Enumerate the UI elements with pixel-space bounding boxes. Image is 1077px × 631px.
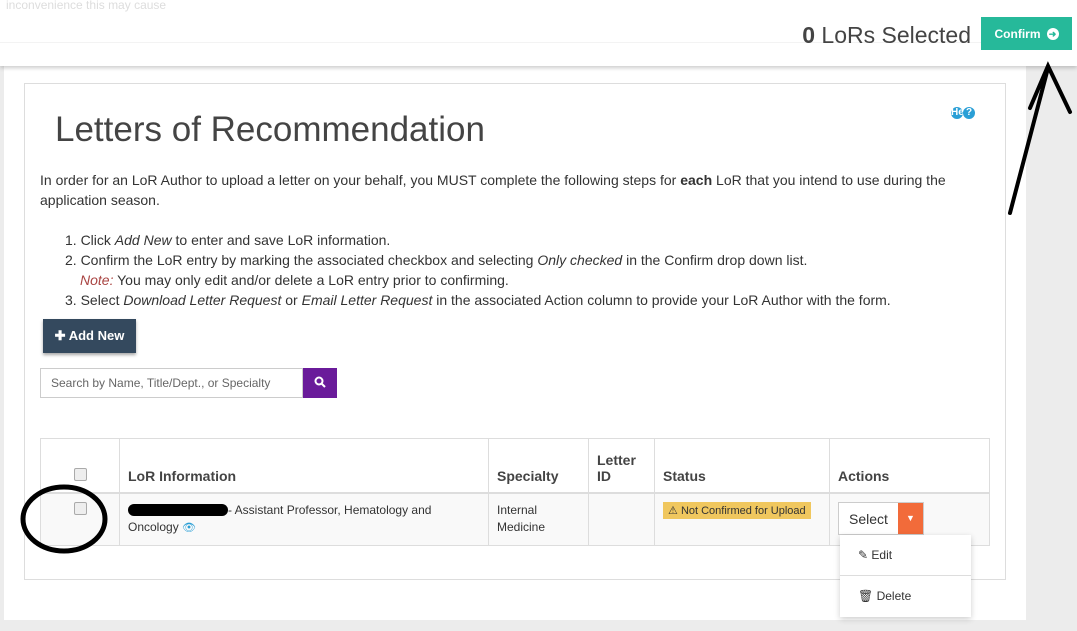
trash-icon: 🗑: [858, 589, 874, 603]
page-title: Letters of Recommendation: [55, 110, 485, 149]
selected-count: 0 LoRs Selected: [802, 22, 971, 48]
row-checkbox[interactable]: [73, 501, 87, 515]
eye-icon[interactable]: 👁: [182, 522, 196, 534]
pencil-icon: ✎: [858, 548, 869, 562]
search-button[interactable]: [303, 368, 337, 398]
caret-down-icon[interactable]: ▼: [897, 502, 923, 534]
menu-item-delete[interactable]: 🗑 Delete: [840, 575, 971, 615]
step: 3. Select Download Letter Request or Ema…: [65, 292, 891, 308]
plus-icon: ✚: [54, 328, 66, 343]
lor-panel: Help? Letters of Recommendation In order…: [24, 83, 1006, 580]
select-all-checkbox[interactable]: [73, 467, 87, 481]
main-page: Help? Letters of Recommendation In order…: [4, 66, 1026, 620]
lor-table: LoR Information Specialty Letter ID Stat…: [40, 438, 990, 546]
arrow-circle-right-icon: ➜: [1046, 27, 1059, 40]
faded-notice: inconvenience this may cause: [6, 0, 167, 12]
top-bar: inconvenience this may cause 0 LoRs Sele…: [0, 0, 1077, 66]
action-select[interactable]: Select ▼: [838, 501, 924, 535]
question-circle-icon: ?: [963, 107, 975, 119]
add-new-button[interactable]: ✚ Add New: [43, 319, 136, 353]
intro-text: In order for an LoR Author to upload a l…: [40, 172, 946, 208]
confirm-button[interactable]: Confirm ➜: [981, 17, 1072, 50]
help-link[interactable]: Help?: [951, 102, 975, 119]
table-header: LoR Information Specialty Letter ID Stat…: [40, 438, 990, 494]
steps-list: 1. Click Add New to enter and save LoR i…: [65, 230, 891, 310]
redacted-name: [128, 504, 228, 517]
search-input[interactable]: [40, 368, 303, 398]
warning-icon: ⚠: [668, 504, 678, 517]
step-note: Note: You may only edit and/or delete a …: [80, 272, 509, 288]
search-icon: [314, 376, 326, 388]
step: 1. Click Add New to enter and save LoR i…: [65, 232, 391, 248]
status-badge: ⚠ Not Confirmed for Upload: [663, 501, 811, 519]
menu-item-edit[interactable]: ✎ Edit: [840, 535, 971, 575]
action-dropdown: ✎ Edit 🗑 Delete: [840, 535, 971, 617]
step: 2. Confirm the LoR entry by marking the …: [65, 252, 808, 268]
